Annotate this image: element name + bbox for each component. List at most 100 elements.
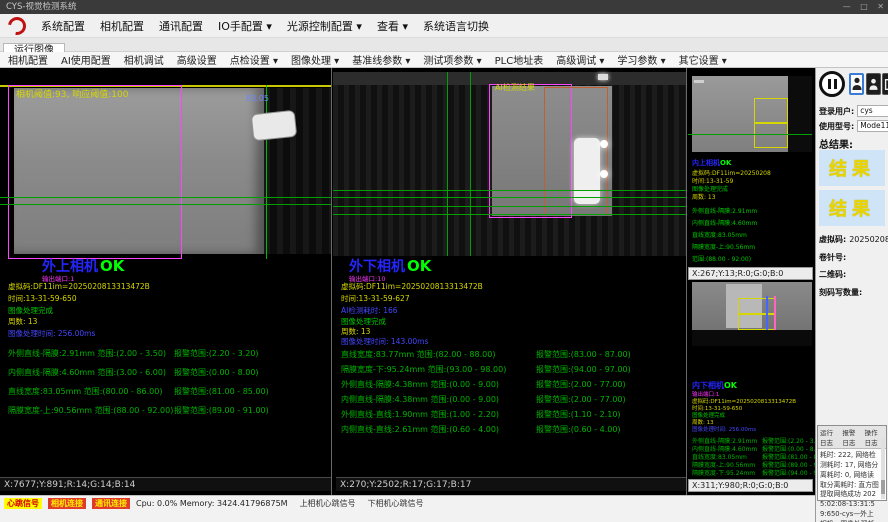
mini-top-dark-region — [788, 76, 812, 152]
pause-icon — [828, 79, 831, 89]
left-virtual-code: 虚拟码:DF11im=2025020813313472B — [8, 281, 150, 292]
mini-top-row: 外侧直线-隔膜:2.91mm — [692, 206, 757, 215]
middle-virtual-code: 虚拟码:DF11im=2025020813313472B — [341, 281, 483, 292]
toolbar-camera-debug[interactable]: 相机调试 — [124, 52, 164, 67]
mini-top-glare — [694, 80, 704, 83]
heartbeat-badge: 心跳信号 — [4, 498, 42, 509]
window-controls: — □ ✕ — [836, 0, 884, 14]
overlay-roi-yellow — [754, 123, 788, 148]
person-icon — [869, 78, 878, 91]
middle-overlay-text: AI检测结果 — [495, 82, 535, 93]
log-scrollbar[interactable] — [881, 438, 885, 499]
title-bar: CYS-视觉检测系统 — □ ✕ — [0, 0, 888, 14]
overlay-vline-green — [470, 72, 471, 256]
person-icon — [852, 77, 862, 91]
measurement-row: 隔膜宽度-上:90.56mm 范围:(88.00 - 92.00)报警范围:(8… — [0, 405, 331, 415]
overlay-vline-green — [447, 72, 448, 256]
mini-top-row: 范围:(88.00 - 92.00) — [692, 254, 751, 263]
overlay-hline-green — [333, 214, 686, 215]
mini-bottom-cursor-coords: X:311;Y:980;R:0;G:0;B:0 — [688, 479, 813, 492]
overlay-hline-green — [0, 204, 331, 205]
menu-camera-config[interactable]: 相机配置 — [100, 18, 144, 34]
measurement-row: 直线宽度:83.05mm 范围:(80.00 - 86.00)报警范围:(81.… — [0, 386, 331, 396]
log-tab-run[interactable]: 运行日志 — [820, 427, 839, 447]
login-user-value[interactable]: cys — [857, 105, 888, 117]
toolbar-camera-config[interactable]: 相机配置 — [8, 52, 48, 67]
middle-ok-badge: OK — [407, 257, 431, 275]
panel-divider — [686, 68, 687, 495]
toolbar-image-processing[interactable]: 图像处理 ▾ — [291, 52, 339, 67]
total-result-label: 总结果: — [819, 136, 853, 151]
pause-button[interactable] — [819, 71, 845, 97]
user-switch-button[interactable] — [866, 73, 881, 95]
menu-light-config[interactable]: 光源控制配置 ▾ — [287, 18, 362, 34]
control-panel: 登录用户: cys 使用型号: Mode11 总结果: 结果 结果 虚拟码: 2… — [815, 68, 888, 522]
camera-connection-badge: 相机连接 — [48, 498, 86, 509]
cpu-memory-status: Cpu: 0.0% Memory: 3424.41796875M — [136, 498, 288, 509]
toolbar-learning-params[interactable]: 学习参数 ▾ — [617, 52, 665, 67]
mini-top-cursor-coords: X:267;Y:13;R:0;G:0;B:0 — [688, 267, 813, 280]
toolbar-plc-table[interactable]: PLC地址表 — [495, 52, 544, 67]
measurement-row: 外侧直线-隔膜:4.38mm 范围:(0.00 - 9.00)报警范围:(2.0… — [333, 379, 686, 389]
virtual-code-row: 虚拟码: 20250208 — [819, 234, 888, 245]
log-text: 耗时: 222, 网络检测耗时: 17, 网络分离耗时: 0, 网络读取分离耗时… — [818, 449, 886, 522]
middle-time: 时间:13-31-59-627 — [341, 293, 410, 304]
close-button[interactable]: ✕ — [877, 2, 884, 11]
user-login-button[interactable] — [849, 73, 864, 95]
measurement-row: 直线宽度:83.77mm 范围:(82.00 - 88.00)报警范围:(83.… — [333, 349, 686, 359]
toolbar-ai-config[interactable]: AI使用配置 — [61, 52, 111, 67]
menu-io-config[interactable]: IO手配置 ▾ — [218, 18, 272, 34]
needle-number-label: 卷针号: — [819, 252, 846, 263]
exit-button[interactable] — [882, 73, 888, 95]
mini-top-row: 隔膜宽度-上:90.56mm — [692, 242, 755, 251]
measurement-row: 隔膜宽度-下:95.24mm报警范围:(94.00 - 97.00) — [688, 468, 812, 478]
log-tab-alarm[interactable]: 报警日志 — [842, 427, 861, 447]
middle-cursor-coords: X:270;Y:2502;R:17;G:17;B:17 — [336, 477, 686, 491]
toolbar-spot-check[interactable]: 点检设置 ▾ — [230, 52, 278, 67]
toolbar-test-params[interactable]: 测试项参数 ▾ — [423, 52, 481, 67]
maximize-button[interactable]: □ — [860, 2, 868, 11]
measurement-row: 内侧直线-隔膜:4.60mm 范围:(3.00 - 6.00)报警范围:(0.0… — [0, 367, 331, 377]
left-process-time: 图像处理时间: 256.00ms — [8, 328, 95, 339]
left-process-done: 图像处理完成 — [8, 305, 53, 316]
toolbar-advanced-debug[interactable]: 高级调试 ▾ — [556, 52, 604, 67]
menu-language-switch[interactable]: 系统语言切换 — [423, 18, 489, 34]
model-label: 使用型号: — [819, 121, 854, 132]
middle-image-glint — [600, 170, 608, 178]
write-count-label: 刻码写数量: — [819, 287, 862, 298]
toolbar-baseline-params[interactable]: 基准线参数 ▾ — [352, 52, 410, 67]
toolbar-advanced-settings[interactable]: 高级设置 — [177, 52, 217, 67]
menu-comm-config[interactable]: 通讯配置 — [159, 18, 203, 34]
middle-image-glare — [598, 74, 608, 80]
virtual-code-label: 虚拟码: — [819, 234, 846, 245]
log-box: 运行日志 报警日志 操作日志 耗时: 222, 网络检测耗时: 17, 网络分离… — [817, 425, 887, 501]
left-image-connector — [251, 110, 298, 141]
mini-top-row: 内侧直线-隔膜:4.60mm — [692, 218, 757, 227]
left-round-count: 周数: 13 — [8, 316, 37, 327]
app-window: CYS-视觉检测系统 — □ ✕ 系统配置 相机配置 通讯配置 IO手配置 ▾ … — [0, 0, 888, 522]
measurement-row: 内侧直线-直线:2.61mm 范围:(0.60 - 4.00)报警范围:(0.6… — [333, 424, 686, 434]
minimize-button[interactable]: — — [843, 2, 851, 11]
log-scrollbar-thumb[interactable] — [881, 480, 885, 494]
pause-icon — [834, 79, 837, 89]
menu-system-config[interactable]: 系统配置 — [41, 18, 85, 34]
app-logo-icon — [4, 13, 29, 38]
model-input[interactable]: Mode11 — [857, 120, 888, 132]
measurement-row: 隔膜宽度-下:95.24mm 范围:(93.00 - 98.00)报警范围:(9… — [333, 364, 686, 374]
overlay-hline-green — [0, 197, 331, 198]
left-ok-badge: OK — [100, 257, 124, 275]
middle-process-time: 图像处理时间: 143.00ms — [341, 336, 428, 347]
menu-bar: 系统配置 相机配置 通讯配置 IO手配置 ▾ 光源控制配置 ▾ 查看 ▾ 系统语… — [0, 14, 888, 38]
overlay-roi-yellow — [738, 298, 776, 314]
measurement-row: 内侧直线-隔膜:4.38mm 范围:(0.00 - 9.00)报警范围:(2.0… — [333, 394, 686, 404]
lower-camera-heartbeat: 下相机心跳信号 — [368, 498, 424, 509]
toolbar-other-settings[interactable]: 其它设置 ▾ — [679, 52, 727, 67]
overlay-hline-green — [333, 197, 686, 198]
middle-image-bright-blob — [574, 138, 600, 204]
left-overlay-value: 83.05 — [246, 94, 269, 103]
mini-bottom-dark-region — [692, 330, 812, 346]
login-user-row: 登录用户: cys — [819, 105, 888, 117]
upper-camera-heartbeat: 上相机心跳信号 — [300, 498, 356, 509]
mini-top-round-count: 周数: 13 — [692, 192, 716, 201]
menu-view[interactable]: 查看 ▾ — [377, 18, 408, 34]
